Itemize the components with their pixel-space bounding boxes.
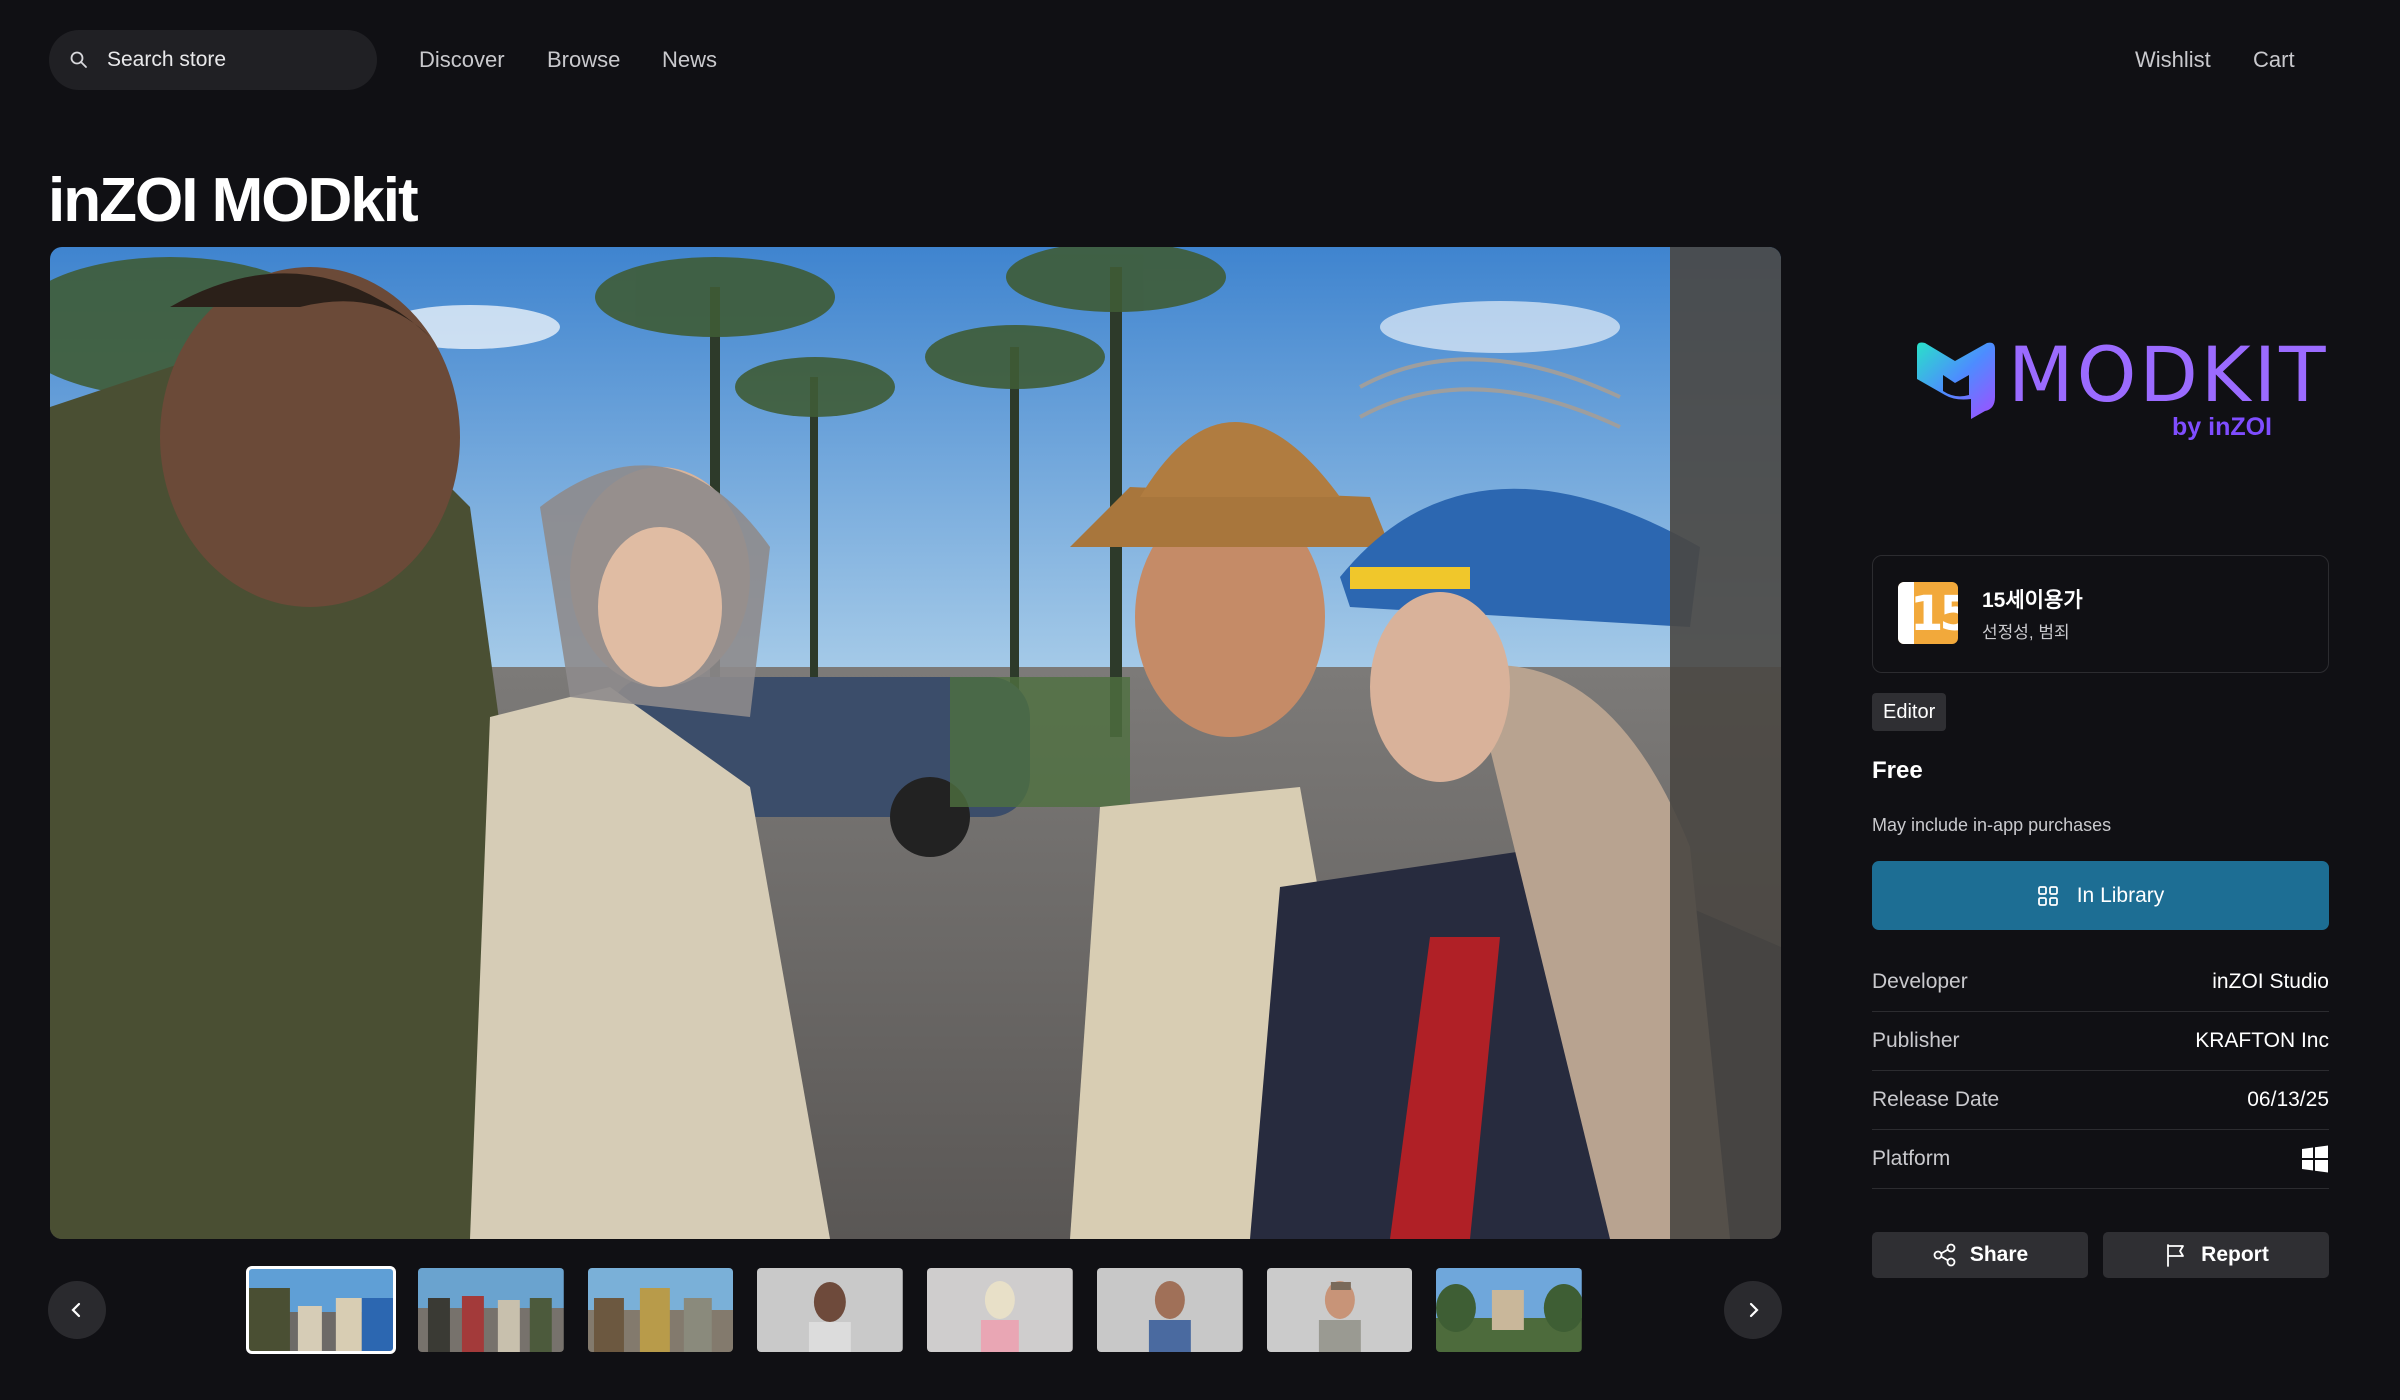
age-rating-number: 15	[1910, 586, 1958, 642]
price-label: Free	[1872, 757, 1923, 784]
detail-label: Developer	[1872, 970, 1968, 993]
detail-label: Release Date	[1872, 1088, 2000, 1111]
logo-byline: by inZOI	[2172, 413, 2272, 441]
detail-row-release-date: Release Date 06/13/25	[1872, 1071, 2329, 1130]
thumbnail-3[interactable]	[587, 1268, 734, 1352]
windows-icon	[2302, 1145, 2328, 1173]
detail-row-publisher: Publisher KRAFTON Inc	[1872, 1012, 2329, 1071]
nav-news-link[interactable]: News	[662, 47, 717, 73]
developer-value: inZOI Studio	[2212, 970, 2329, 993]
report-label: Report	[2201, 1243, 2269, 1266]
age-rating-title: 15세이용가	[1982, 589, 2083, 612]
thumbnail-image	[1096, 1268, 1243, 1352]
grid-icon	[2037, 885, 2058, 906]
thumbnail-image	[248, 1268, 394, 1352]
age-rating-descriptors: 선정성, 범죄	[1982, 623, 2070, 642]
thumbnail-image	[587, 1268, 734, 1352]
store-page: Search store Discover Browse News Wishli…	[0, 0, 2400, 1400]
publisher-value: KRAFTON Inc	[2195, 1029, 2329, 1052]
thumbnail-image	[927, 1268, 1073, 1352]
editor-tag[interactable]: Editor	[1872, 693, 1947, 731]
search-placeholder: Search store	[107, 48, 227, 71]
detail-label: Platform	[1872, 1147, 1951, 1170]
hero-screenshot[interactable]	[50, 247, 1781, 1239]
thumbnail-1[interactable]	[246, 1266, 396, 1354]
thumbnail-6[interactable]	[1096, 1268, 1243, 1352]
carousel-prev-button[interactable]	[48, 1281, 106, 1339]
share-label: Share	[1969, 1243, 2029, 1266]
product-logo: MODKIT by inZOI	[1908, 325, 2326, 445]
in-library-button[interactable]: In Library	[1872, 861, 2329, 930]
thumbnail-image	[757, 1268, 903, 1352]
thumbnail-strip	[246, 1266, 1582, 1354]
product-details: Developer inZOI Studio Publisher KRAFTON…	[1872, 953, 2329, 1189]
carousel-next-button[interactable]	[1724, 1281, 1782, 1339]
thumbnail-4[interactable]	[757, 1268, 903, 1352]
share-icon	[1933, 1243, 1956, 1267]
thumbnail-image	[417, 1268, 564, 1352]
page-title: inZOI MODkit	[48, 166, 419, 235]
detail-row-developer: Developer inZOI Studio	[1872, 953, 2329, 1012]
thumbnail-image	[1436, 1268, 1582, 1352]
share-button[interactable]: Share	[1872, 1232, 2088, 1278]
age-rating-card: 15 15세이용가 선정성, 범죄	[1872, 555, 2329, 673]
in-library-label: In Library	[2076, 883, 2165, 907]
logo-wordmark: MODKIT	[2008, 330, 2329, 419]
chevron-right-icon	[1749, 1302, 1759, 1318]
release-date-value: 06/13/25	[2247, 1088, 2329, 1111]
thumbnail-7[interactable]	[1266, 1268, 1413, 1352]
nav-browse-link[interactable]: Browse	[547, 47, 620, 73]
nav-discover-link[interactable]: Discover	[419, 47, 505, 73]
chevron-left-icon	[71, 1302, 81, 1318]
age-rating-badge: 15	[1898, 582, 1958, 644]
top-nav: Search store Discover Browse News Wishli…	[0, 0, 2400, 122]
nav-wishlist-link[interactable]: Wishlist	[2135, 47, 2211, 73]
thumbnail-8[interactable]	[1436, 1268, 1582, 1352]
search-icon	[70, 51, 87, 68]
detail-label: Publisher	[1872, 1029, 1960, 1052]
modkit-logo-icon	[1917, 342, 1995, 419]
thumbnail-image	[1266, 1268, 1413, 1352]
nav-cart-link[interactable]: Cart	[2253, 47, 2295, 73]
thumbnail-2[interactable]	[417, 1268, 564, 1352]
hero-image	[50, 247, 1781, 1239]
thumbnail-5[interactable]	[927, 1268, 1073, 1352]
flag-icon	[2167, 1244, 2185, 1267]
search-input[interactable]: Search store	[49, 30, 377, 90]
iap-note: May include in-app purchases	[1872, 815, 2112, 835]
detail-row-platform: Platform	[1872, 1130, 2329, 1189]
report-button[interactable]: Report	[2103, 1232, 2329, 1278]
